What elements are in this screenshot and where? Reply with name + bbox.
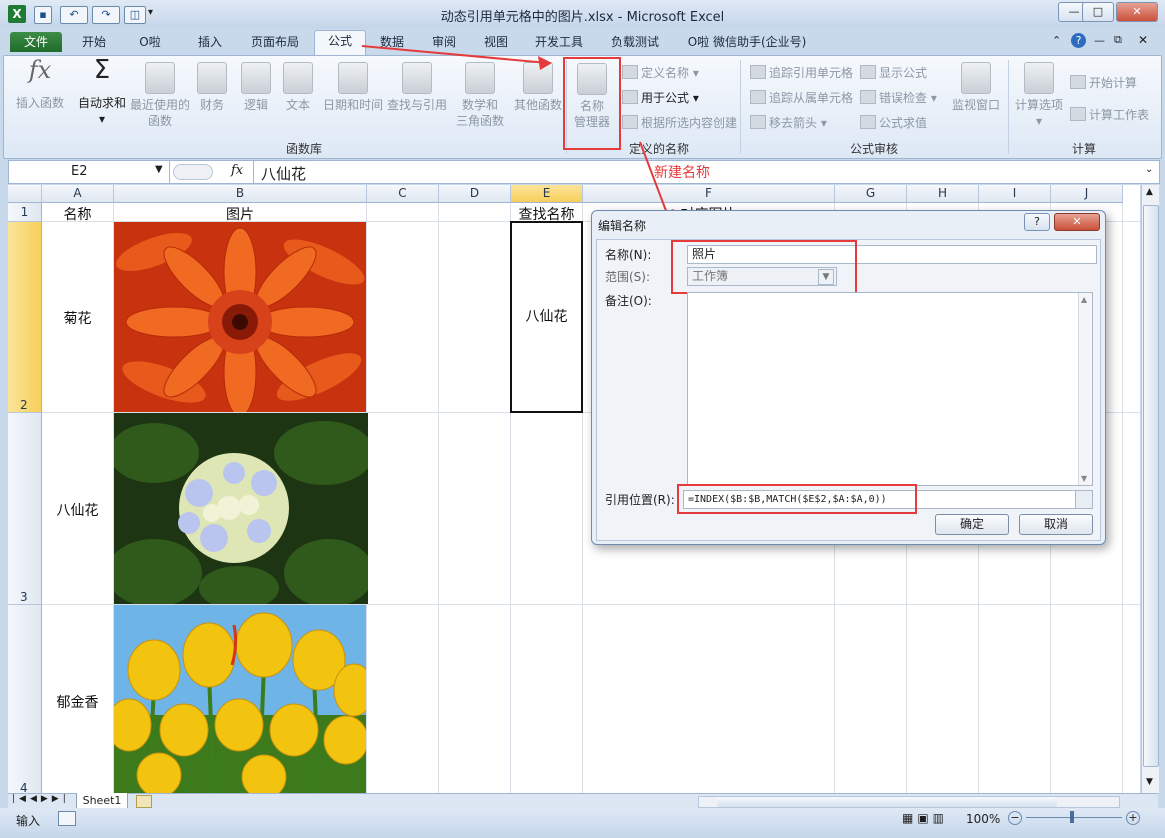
name-label: 名称(N): (605, 248, 652, 262)
comment-scrollbar[interactable]: ▲ ▼ (1078, 293, 1092, 485)
zoom-out-icon[interactable]: − (1008, 811, 1022, 825)
dialog-help-button[interactable]: ? (1024, 213, 1050, 231)
zoom-in-icon[interactable]: + (1126, 811, 1140, 825)
zoom-level[interactable]: 100% (966, 812, 1000, 826)
view-buttons[interactable]: ▦▣▥ (902, 811, 948, 825)
comment-textarea[interactable]: ▲ ▼ (687, 292, 1093, 486)
status-bar: 输入 ▦▣▥ 100% − + (0, 808, 1165, 838)
refers-to-label: 引用位置(R): (605, 493, 675, 507)
ok-button[interactable]: 确定 (935, 514, 1009, 535)
dialog-title: 编辑名称 (598, 219, 647, 233)
comment-label: 备注(O): (605, 294, 652, 308)
zoom-slider-handle[interactable] (1070, 811, 1074, 823)
highlight-name-scope (671, 240, 857, 294)
zoom-slider[interactable] (1026, 817, 1122, 818)
status-mode: 输入 (16, 814, 41, 828)
dialog-close-button[interactable]: ✕ (1054, 213, 1100, 231)
scope-label: 范围(S): (605, 270, 651, 284)
highlight-refers-to (677, 484, 917, 514)
macro-record-icon[interactable] (58, 811, 76, 826)
dialog-body: 名称(N): 照片 范围(S): 工作簿 ▼ 备注(O): ▲ ▼ 引用位置(R… (596, 239, 1101, 541)
cancel-button[interactable]: 取消 (1019, 514, 1093, 535)
collapse-dialog-icon[interactable] (1075, 490, 1093, 509)
edit-name-dialog: 编辑名称 ? ✕ 名称(N): 照片 范围(S): 工作簿 ▼ 备注(O): ▲… (591, 210, 1106, 545)
